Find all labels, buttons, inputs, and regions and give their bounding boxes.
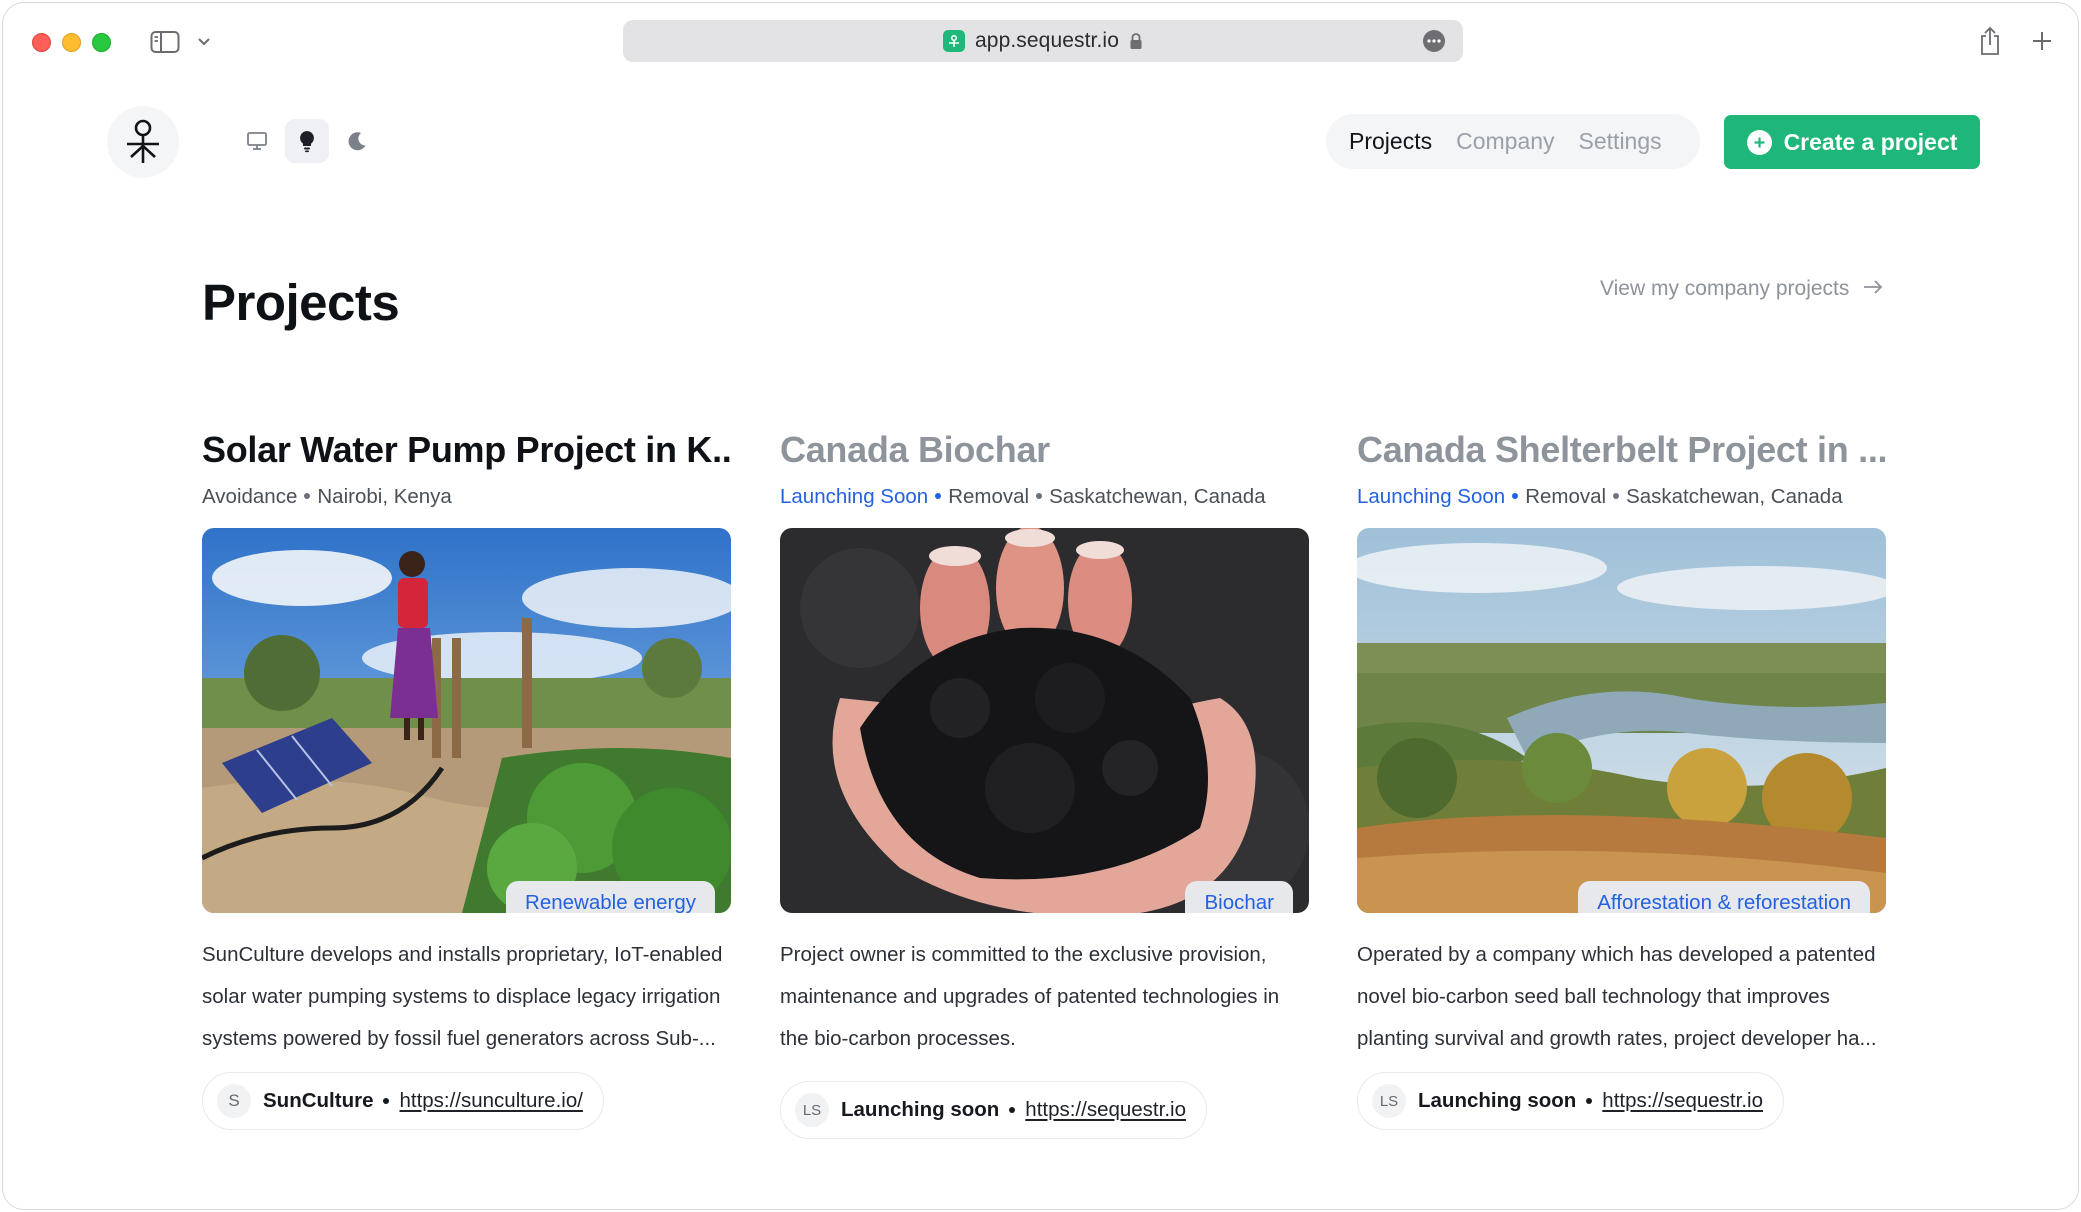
project-title[interactable]: Canada Biochar	[780, 427, 1309, 473]
view-company-projects-link[interactable]: View my company projects	[1600, 277, 1883, 301]
url-text: app.sequestr.io	[975, 29, 1119, 52]
minimize-window-button[interactable]	[62, 33, 81, 52]
avatar: LS	[1372, 1084, 1406, 1118]
project-category: Removal	[1525, 485, 1607, 508]
project-image-solar-pump[interactable]: Renewable energy	[202, 528, 731, 913]
project-owner-chip: S SunCulture https://sunculture.io/	[202, 1072, 604, 1130]
project-location: Saskatchewan, Canada	[1626, 485, 1843, 508]
project-description: SunCulture develops and installs proprie…	[202, 943, 723, 1050]
project-category: Avoidance	[202, 485, 298, 508]
project-location: Saskatchewan, Canada	[1049, 485, 1266, 508]
project-category: Removal	[948, 485, 1030, 508]
plus-circle-icon	[1746, 129, 1772, 155]
project-description: Project owner is committed to the exclus…	[780, 943, 1280, 1050]
create-project-label: Create a project	[1783, 128, 1958, 155]
project-meta: Launching Soon Removal Saskatchewan, Canad…	[780, 483, 1309, 511]
project-location: Nairobi, Kenya	[317, 485, 452, 508]
owner-website-link[interactable]: https://sequestr.io	[1025, 1098, 1186, 1122]
project-owner-chip: LS Launching soon https://sequestr.io	[780, 1081, 1207, 1139]
avatar: S	[217, 1084, 251, 1118]
project-title[interactable]: Solar Water Pump Project in K...	[202, 427, 731, 473]
project-image-shelterbelt[interactable]: Afforestation & reforestation	[1357, 528, 1886, 913]
project-card[interactable]: Canada Biochar Launching Soon Removal Sask…	[780, 427, 1309, 1139]
arrow-right-icon	[1863, 277, 1883, 301]
nav-projects[interactable]: Projects	[1349, 128, 1432, 155]
browser-window: app.sequestr.io Projects Company Setting…	[2, 2, 2079, 1210]
address-bar[interactable]: app.sequestr.io	[623, 20, 1463, 62]
avatar: LS	[795, 1093, 829, 1127]
share-icon[interactable]	[1975, 25, 2005, 57]
project-card[interactable]: Solar Water Pump Project in K... Avoidan…	[202, 427, 731, 1130]
sequestr-logo[interactable]	[107, 106, 179, 178]
project-title[interactable]: Canada Shelterbelt Project in ...	[1357, 427, 1886, 473]
close-window-button[interactable]	[32, 33, 51, 52]
project-status: Launching Soon	[780, 485, 929, 508]
company-link-label: View my company projects	[1600, 277, 1850, 300]
page-title: Projects	[202, 274, 400, 331]
project-tag: Biochar	[1185, 881, 1293, 913]
owner-website-link[interactable]: https://sunculture.io/	[399, 1089, 582, 1113]
project-meta: Launching Soon Removal Saskatchewan, Canad…	[1357, 483, 1886, 511]
project-image-biochar[interactable]: Biochar	[780, 528, 1309, 913]
sidebar-toggle-icon[interactable]	[149, 29, 181, 55]
moon-icon[interactable]	[335, 119, 379, 163]
more-options-icon[interactable]	[1423, 30, 1445, 52]
nav-company[interactable]: Company	[1456, 128, 1554, 155]
zoom-window-button[interactable]	[92, 33, 111, 52]
project-card[interactable]: Canada Shelterbelt Project in ... Launch…	[1357, 427, 1886, 1130]
owner-website-link[interactable]: https://sequestr.io	[1602, 1089, 1763, 1113]
project-meta: Avoidance Nairobi, Kenya	[202, 483, 731, 511]
desktop-icon[interactable]	[235, 119, 279, 163]
project-tag: Afforestation & reforestation	[1578, 881, 1870, 913]
new-tab-icon[interactable]	[2030, 29, 2054, 53]
owner-name: Launching soon	[841, 1098, 1000, 1121]
main-nav: Projects Company Settings	[1326, 114, 1700, 169]
site-favicon-icon	[943, 30, 966, 52]
lock-icon	[1129, 32, 1143, 50]
theme-switcher	[235, 119, 379, 163]
owner-name: SunCulture	[263, 1089, 374, 1112]
project-owner-chip: LS Launching soon https://sequestr.io	[1357, 1072, 1784, 1130]
create-project-button[interactable]: Create a project	[1724, 115, 1980, 169]
owner-name: Launching soon	[1418, 1089, 1577, 1112]
project-description: Operated by a company which has develope…	[1357, 943, 1877, 1050]
chevron-down-icon[interactable]	[195, 33, 213, 51]
lightbulb-icon[interactable]	[285, 119, 329, 163]
project-tag: Renewable energy	[506, 881, 715, 913]
project-status: Launching Soon	[1357, 485, 1506, 508]
nav-settings[interactable]: Settings	[1579, 128, 1662, 155]
